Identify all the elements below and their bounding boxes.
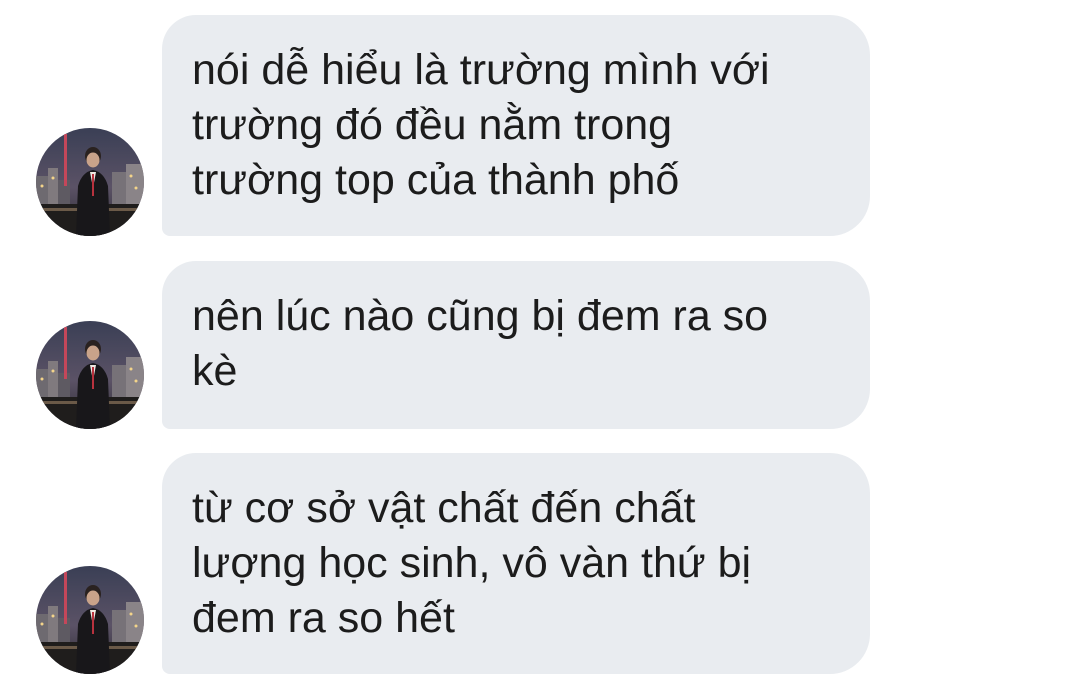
avatar-photo bbox=[36, 321, 144, 429]
avatar[interactable] bbox=[36, 128, 144, 236]
avatar-photo bbox=[36, 566, 144, 674]
message-bubble[interactable]: nói dễ hiểu là trường mình với trường đó… bbox=[162, 15, 870, 236]
message-text: từ cơ sở vật chất đến chất lượng học sin… bbox=[192, 484, 752, 642]
message-bubble[interactable]: từ cơ sở vật chất đến chất lượng học sin… bbox=[162, 453, 870, 674]
avatar[interactable] bbox=[36, 321, 144, 429]
message-row: từ cơ sở vật chất đến chất lượng học sin… bbox=[0, 445, 1080, 685]
message-row: nói dễ hiểu là trường mình với trường đó… bbox=[0, 0, 1080, 240]
message-row: nên lúc nào cũng bị đem ra so kè bbox=[0, 250, 1080, 435]
avatar-photo bbox=[36, 128, 144, 236]
message-bubble[interactable]: nên lúc nào cũng bị đem ra so kè bbox=[162, 261, 870, 429]
message-text: nói dễ hiểu là trường mình với trường đó… bbox=[192, 46, 770, 204]
avatar[interactable] bbox=[36, 566, 144, 674]
message-text: nên lúc nào cũng bị đem ra so kè bbox=[192, 292, 769, 395]
